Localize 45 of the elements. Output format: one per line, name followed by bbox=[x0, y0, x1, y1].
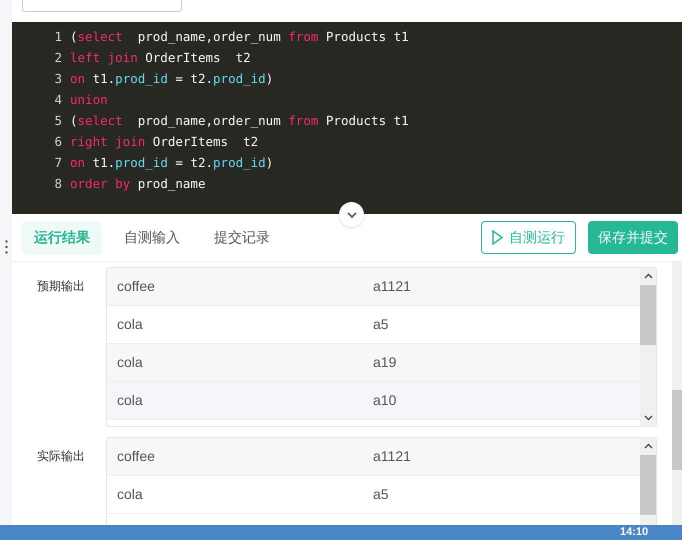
code-line: (select prod_name,order_num from Products t1 bbox=[70, 112, 409, 130]
table-cell-text: a1121 bbox=[373, 277, 411, 296]
table-cell-text: cola bbox=[116, 391, 144, 410]
code-line: right join OrderItems t2 bbox=[70, 133, 258, 152]
more-icon[interactable] bbox=[5, 240, 8, 254]
table-cell-text: cola bbox=[116, 485, 144, 504]
table-cell-text: cola bbox=[116, 315, 144, 334]
table-cell-text: a1121 bbox=[373, 447, 411, 466]
code-line: on t1.prod_id = t2.prod_id) bbox=[70, 70, 274, 88]
chevron-up-icon[interactable] bbox=[644, 273, 652, 279]
table-cell-text: coffee bbox=[116, 277, 156, 296]
code-line: order by prod_name bbox=[70, 175, 206, 194]
scrollbar[interactable] bbox=[672, 262, 682, 525]
line-number: 5 bbox=[53, 112, 63, 130]
scrollbar[interactable] bbox=[640, 268, 656, 426]
code-line: left join OrderItems t2 bbox=[70, 49, 251, 68]
chevron-up-icon[interactable] bbox=[644, 443, 652, 449]
table-cell-text: a5 bbox=[373, 315, 389, 334]
collapse-button[interactable] bbox=[339, 202, 364, 227]
line-number: 6 bbox=[53, 133, 63, 152]
code-line: on t1.prod_id = t2.prod_id) bbox=[70, 154, 274, 172]
line-number: 7 bbox=[53, 154, 63, 172]
run-button[interactable]: 自测运行 bbox=[481, 221, 576, 254]
clock-time: 14:10 bbox=[620, 526, 648, 539]
line-number: 3 bbox=[53, 70, 63, 88]
tab[interactable]: 提交记录 bbox=[202, 220, 282, 254]
tab[interactable]: 运行结果 bbox=[22, 220, 102, 254]
chevron-down-icon[interactable] bbox=[644, 415, 652, 421]
line-number: 1 bbox=[53, 28, 63, 46]
table-cell-text: a19 bbox=[373, 353, 396, 372]
line-number: 4 bbox=[53, 91, 63, 110]
line-number: 8 bbox=[53, 175, 63, 194]
play-icon bbox=[492, 230, 503, 245]
table-cell-text: a10 bbox=[373, 391, 396, 410]
table-cell-text: coffee bbox=[116, 447, 156, 466]
table-cell-text: cola bbox=[116, 353, 144, 372]
submit-button[interactable]: 保存并提交 bbox=[588, 221, 678, 254]
code-line: union bbox=[70, 91, 108, 110]
line-number: 2 bbox=[53, 49, 63, 68]
table-cell-text: a5 bbox=[373, 485, 389, 504]
code-line: (select prod_name,order_num from Products t1 bbox=[70, 28, 409, 46]
chevron-down-icon bbox=[346, 212, 356, 218]
output-label: 实际输出 bbox=[36, 448, 86, 465]
tab[interactable]: 自测输入 bbox=[112, 220, 192, 254]
output-label: 预期输出 bbox=[36, 278, 86, 295]
